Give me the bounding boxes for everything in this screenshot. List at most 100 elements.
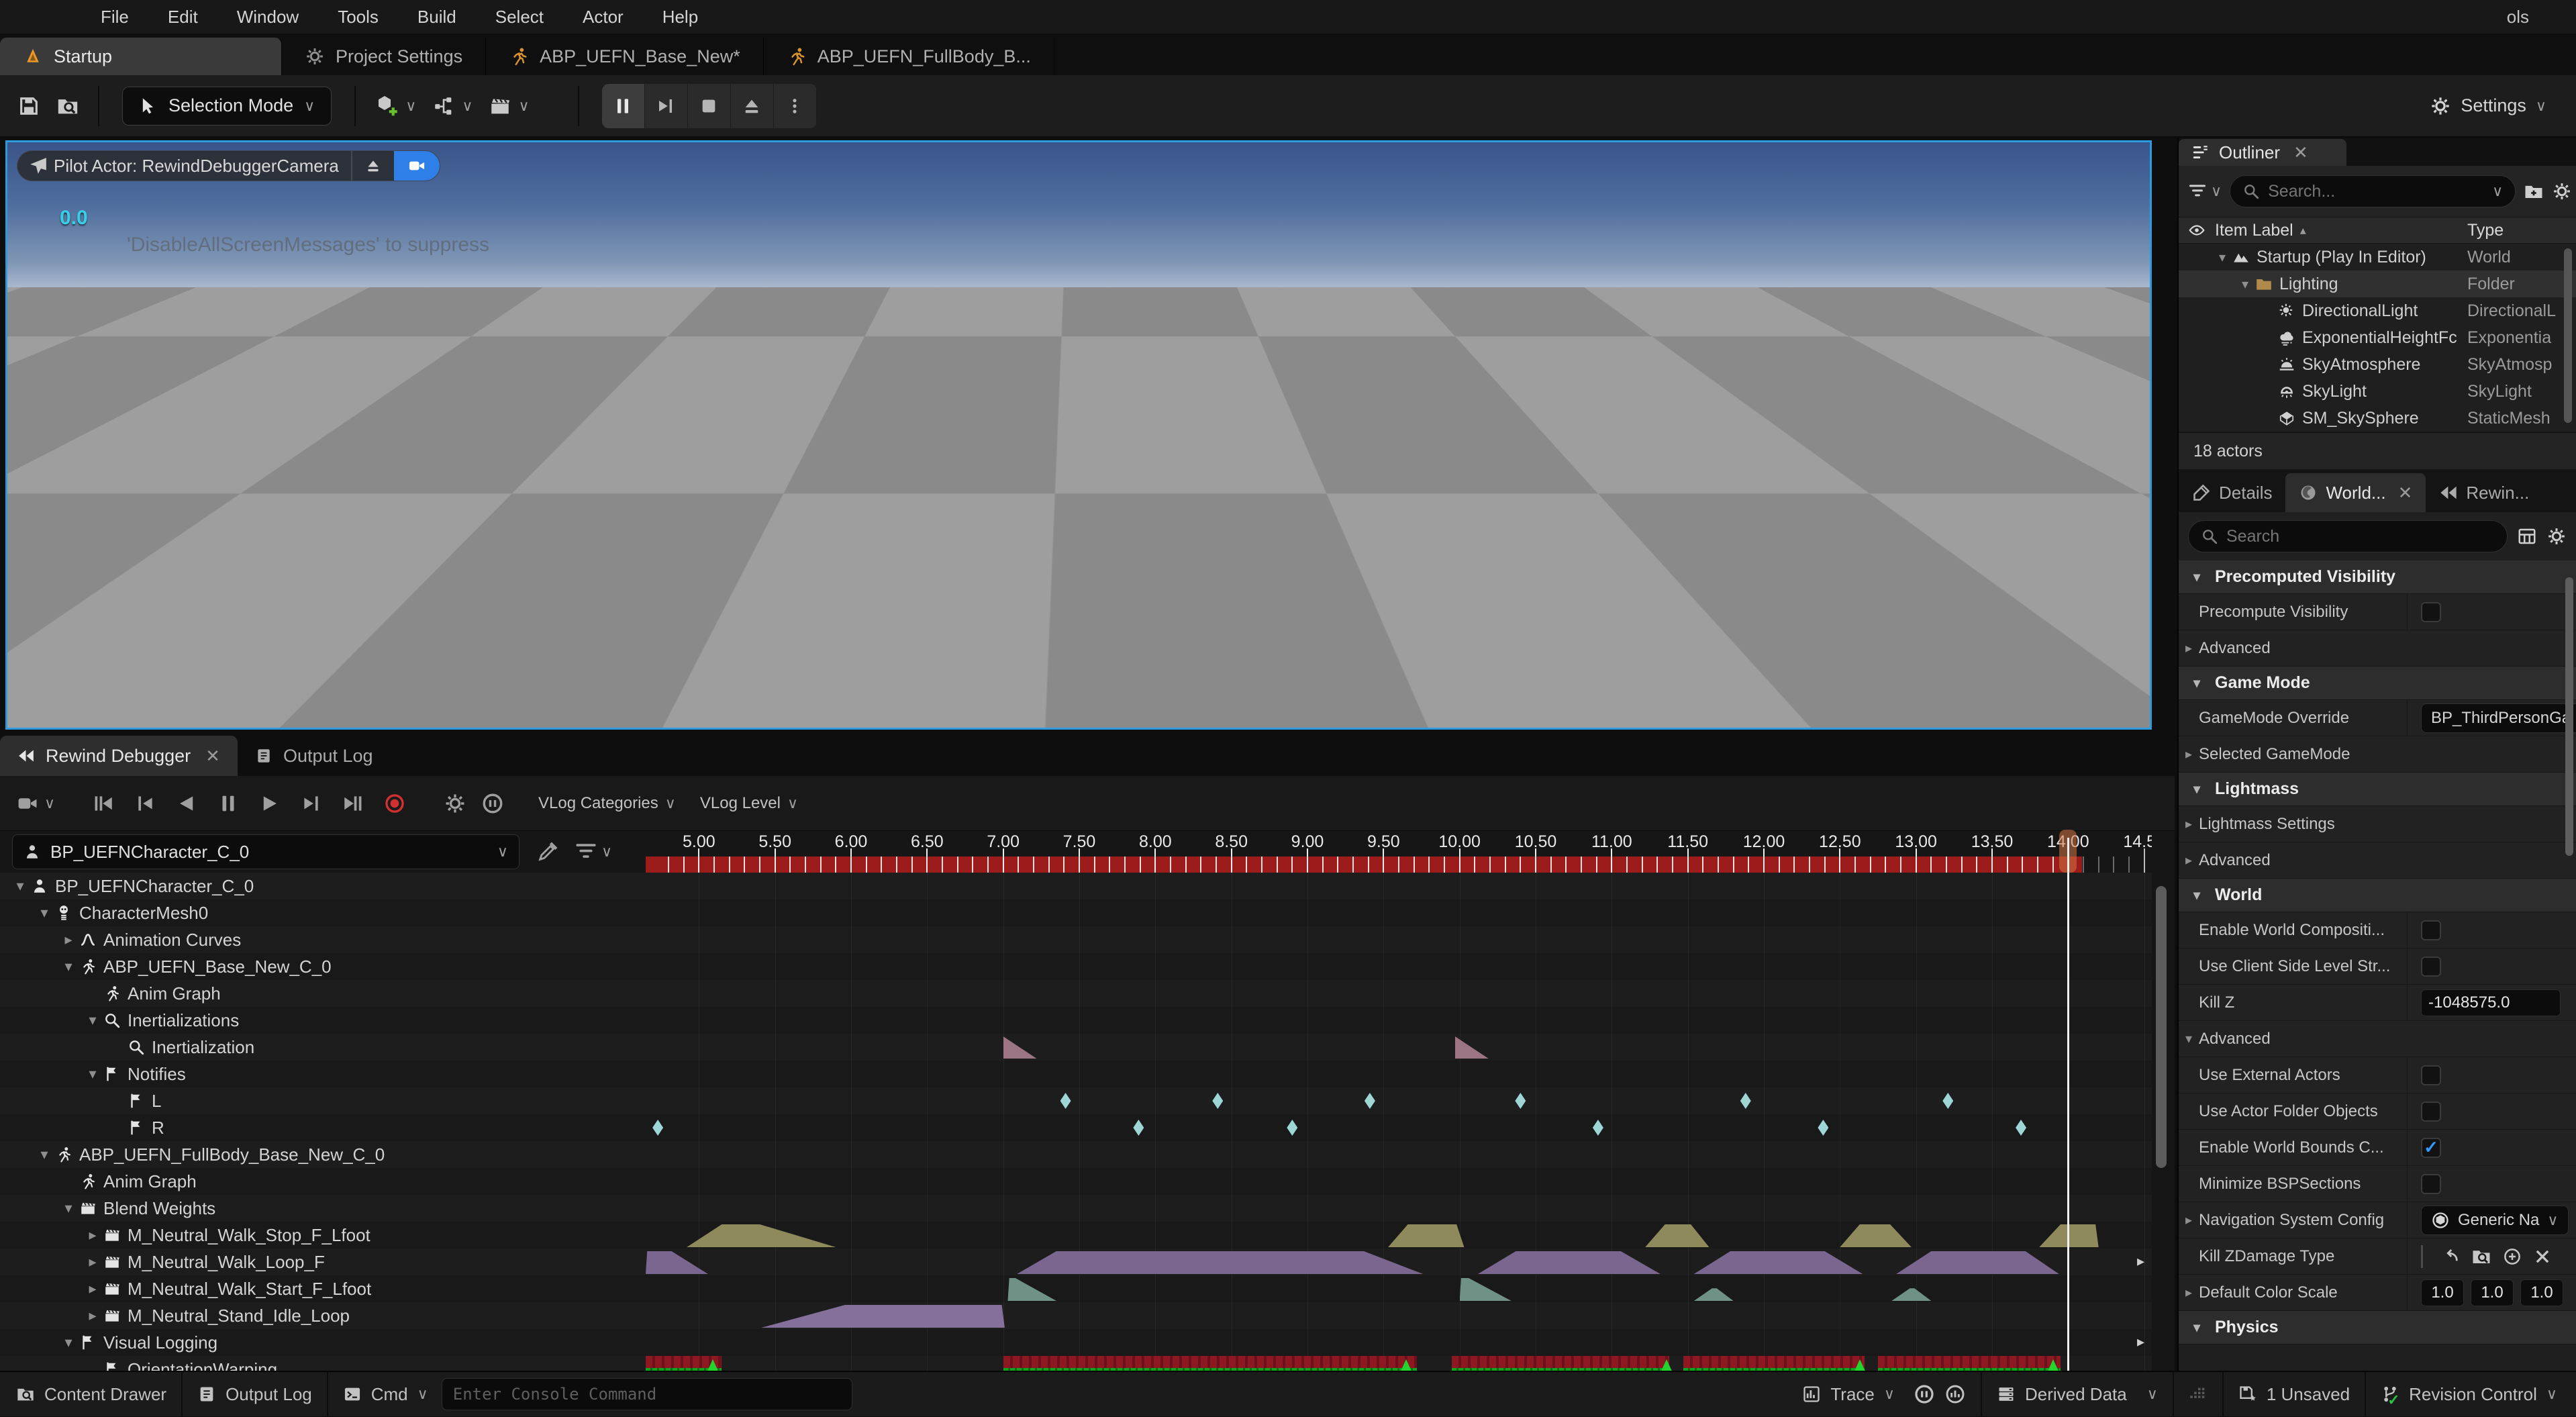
tab-details[interactable]: Details: [2179, 473, 2285, 512]
menu-item-select[interactable]: Select: [495, 7, 544, 28]
revision-control-dropdown[interactable]: ✓ Revision Control ∨: [2381, 1384, 2557, 1405]
blueprints-button[interactable]: ∨: [424, 85, 481, 128]
tab-project-settings[interactable]: Project Settings: [282, 38, 486, 75]
tab-output-log[interactable]: Output Log: [238, 736, 391, 776]
property-row-minimize-bspsections[interactable]: Minimize BSPSections: [2179, 1166, 2576, 1202]
expander-open[interactable]: ▾: [34, 1146, 55, 1163]
menu-item-actor[interactable]: Actor: [583, 7, 624, 28]
vector-component-input[interactable]: 1.0: [2421, 1279, 2464, 1306]
menu-item-tools[interactable]: Tools: [338, 7, 379, 28]
expander-closed[interactable]: ▸: [82, 1307, 103, 1324]
expander-open[interactable]: ▾: [9, 877, 31, 895]
section-header-lightmass[interactable]: ▾Lightmass: [2179, 773, 2576, 806]
checkbox[interactable]: [2421, 920, 2441, 940]
expander[interactable]: ▸: [2179, 816, 2199, 832]
asset-dropdown[interactable]: BP_ThirdPersonGa∨: [2421, 703, 2576, 733]
menu-item-build[interactable]: Build: [417, 7, 456, 28]
tree-row-inertialization[interactable]: Inertialization: [0, 1034, 646, 1061]
expander[interactable]: ▸: [2179, 746, 2199, 763]
chevron-down-icon[interactable]: ∨: [2492, 183, 2503, 200]
timeline-ruler[interactable]: 5.005.506.006.507.007.508.008.509.009.50…: [646, 830, 2152, 874]
track-expand-chevron[interactable]: ▸: [2137, 1333, 2144, 1351]
tree-row-orientationwarping[interactable]: OrientationWarping: [0, 1356, 646, 1371]
expander[interactable]: ▾: [2179, 1030, 2199, 1047]
play-options-kebab-button[interactable]: [774, 84, 817, 128]
expander-open[interactable]: ▾: [2187, 675, 2207, 691]
pause-button[interactable]: [602, 84, 645, 128]
cinematics-button[interactable]: ∨: [481, 85, 537, 128]
details-settings-gear-icon[interactable]: [2546, 526, 2567, 546]
cmd-dropdown[interactable]: Cmd ∨: [343, 1384, 428, 1405]
profiler-settings-button[interactable]: [436, 785, 474, 822]
tab-startup[interactable]: Startup: [0, 38, 282, 75]
property-row-gamemode-override[interactable]: GameMode OverrideBP_ThirdPersonGa∨↶: [2179, 700, 2576, 736]
expander-open[interactable]: ▾: [2212, 249, 2232, 266]
play-reverse-button[interactable]: [168, 785, 205, 822]
save-button[interactable]: [9, 85, 48, 128]
add-asset-icon[interactable]: [2502, 1247, 2522, 1267]
nav-config-dropdown[interactable]: Generic Na∨: [2421, 1206, 2569, 1235]
expander-closed[interactable]: ▸: [82, 1253, 103, 1271]
display-options-grid-icon[interactable]: [2517, 526, 2537, 546]
tab-outliner[interactable]: Outliner ✕: [2179, 139, 2346, 166]
details-search-input[interactable]: [2226, 527, 2495, 546]
add-actor-button[interactable]: ∨: [366, 85, 424, 128]
pick-actor-eyedropper-button[interactable]: [529, 833, 566, 871]
type-column-header[interactable]: Type: [2467, 221, 2504, 240]
property-row-use-actor-folder-objects[interactable]: Use Actor Folder Objects: [2179, 1093, 2576, 1130]
tree-row-m-neutral-stand-idle-loop[interactable]: ▸M_Neutral_Stand_Idle_Loop: [0, 1302, 646, 1329]
checkbox[interactable]: [2421, 1065, 2441, 1085]
menu-item-help[interactable]: Help: [662, 7, 698, 28]
expander[interactable]: ▸: [2179, 640, 2199, 656]
menu-item-window[interactable]: Window: [237, 7, 299, 28]
tree-row-l[interactable]: L: [0, 1087, 646, 1114]
checkbox[interactable]: [2421, 1102, 2441, 1122]
expander-open[interactable]: ▾: [2235, 276, 2255, 293]
tab-abp-uefn-fullbody-b-[interactable]: ABP_UEFN_FullBody_B...: [764, 38, 1054, 75]
tree-row-notifies[interactable]: ▾Notifies: [0, 1061, 646, 1087]
browse-asset-icon[interactable]: [2471, 1247, 2491, 1267]
close-icon[interactable]: ✕: [2293, 142, 2308, 163]
step-forward-button[interactable]: [293, 785, 330, 822]
property-row-kill-z[interactable]: Kill Z-1048575.0: [2179, 985, 2576, 1021]
outliner-row-skyatmosphere[interactable]: SkyAtmosphereSkyAtmosp: [2179, 351, 2576, 378]
outliner-row-startup-play-in-editor-[interactable]: ▾Startup (Play In Editor)World: [2179, 244, 2576, 271]
property-row-use-client-side-level-str-[interactable]: Use Client Side Level Str...: [2179, 948, 2576, 985]
checkbox[interactable]: [2421, 602, 2441, 622]
pause-button[interactable]: [209, 785, 247, 822]
console-command-input[interactable]: [442, 1378, 852, 1410]
property-row-enable-world-compositi-[interactable]: Enable World Compositi...: [2179, 912, 2576, 948]
blend-weight-curve[interactable]: [1017, 1251, 1423, 1274]
section-header-world[interactable]: ▾World: [2179, 879, 2576, 912]
pilot-camera-toggle-button[interactable]: [394, 150, 440, 181]
pilot-camera-dropdown[interactable]: ∨: [7, 785, 64, 822]
jump-to-end-button[interactable]: [334, 785, 372, 822]
tree-row-bp-uefncharacter-c-0[interactable]: ▾BP_UEFNCharacter_C_0: [0, 873, 646, 899]
tab-world-[interactable]: World...✕: [2285, 473, 2426, 512]
expander-open[interactable]: ▾: [82, 1012, 103, 1029]
property-row-advanced[interactable]: ▸Advanced: [2179, 630, 2576, 667]
outliner-row-lighting[interactable]: ▾LightingFolder: [2179, 271, 2576, 297]
stop-button[interactable]: [688, 84, 731, 128]
timeline-scrollbar[interactable]: [2156, 886, 2167, 1168]
viewport-settings-button[interactable]: Settings ∨: [2430, 95, 2546, 117]
expander-open[interactable]: ▾: [2187, 781, 2207, 797]
record-button[interactable]: [376, 785, 413, 822]
recording-settings-button[interactable]: [474, 785, 511, 822]
section-header-physics[interactable]: ▾Physics: [2179, 1311, 2576, 1345]
expander-closed[interactable]: ▸: [82, 1226, 103, 1244]
outliner-filter-button[interactable]: ∨: [2188, 182, 2222, 201]
property-row-enable-world-bounds-c-[interactable]: Enable World Bounds C...✓: [2179, 1130, 2576, 1166]
frame-skip-button[interactable]: [645, 84, 688, 128]
outliner-search[interactable]: ∨: [2230, 175, 2516, 207]
expander[interactable]: ▸: [2179, 852, 2199, 869]
close-icon[interactable]: ✕: [205, 746, 220, 767]
property-row-selected-gamemode[interactable]: ▸Selected GameMode: [2179, 736, 2576, 773]
vlog-level-dropdown[interactable]: VLog Level∨: [700, 794, 798, 813]
section-header-precomputed-visibility[interactable]: ▾Precomputed Visibility: [2179, 560, 2576, 594]
tree-row-inertializations[interactable]: ▾Inertializations: [0, 1007, 646, 1034]
expander-open[interactable]: ▾: [58, 1334, 79, 1351]
outliner-scrollbar[interactable]: [2564, 248, 2572, 423]
browse-content-button[interactable]: [48, 85, 87, 128]
level-viewport[interactable]: Pilot Actor: RewindDebuggerCamera 0.0 'D…: [5, 140, 2152, 730]
